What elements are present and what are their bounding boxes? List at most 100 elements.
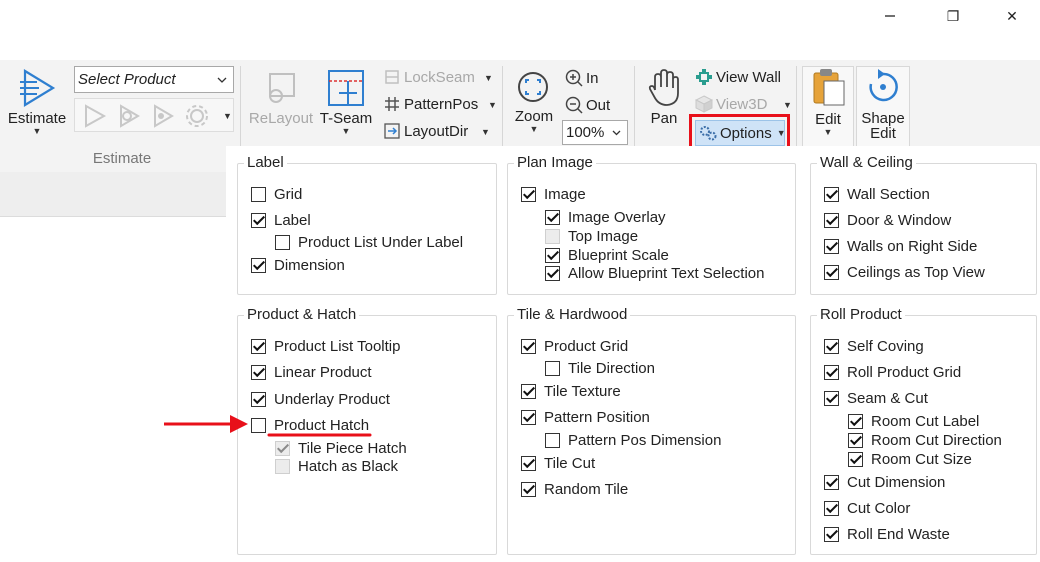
- product-list-tooltip-checkbox[interactable]: [251, 338, 266, 354]
- seam-cut-option[interactable]: Seam & Cut: [824, 388, 928, 408]
- product-select[interactable]: Select Product: [74, 66, 234, 93]
- pattern-position-checkbox[interactable]: [521, 409, 536, 425]
- room-cut-direction-checkbox[interactable]: [848, 432, 863, 448]
- seam-cut-checkbox[interactable]: [824, 390, 839, 406]
- tile-piece-hatch-checkbox[interactable]: [275, 440, 290, 456]
- blueprint-scale-option[interactable]: Blueprint Scale: [545, 245, 669, 265]
- zoom-in-button[interactable]: In: [564, 67, 599, 89]
- wall-section-option[interactable]: Wall Section: [824, 184, 930, 204]
- product-grid-option[interactable]: Product Grid: [521, 336, 628, 356]
- hatch-as-black-option[interactable]: Hatch as Black: [275, 456, 398, 476]
- layoutdir-dropdown-caret[interactable]: ▼: [481, 128, 490, 137]
- image-overlay-option[interactable]: Image Overlay: [545, 207, 666, 227]
- roll-product-group-title: Roll Product: [817, 306, 905, 323]
- patternpos-dropdown-caret[interactable]: ▼: [488, 101, 497, 110]
- image-option[interactable]: Image: [521, 184, 586, 204]
- room-cut-size-option[interactable]: Room Cut Size: [848, 449, 972, 469]
- cut-color-checkbox[interactable]: [824, 500, 839, 516]
- room-cut-direction-option[interactable]: Room Cut Direction: [848, 430, 1002, 450]
- linear-product-checkbox[interactable]: [251, 364, 266, 380]
- roll-product-grid-checkbox[interactable]: [824, 364, 839, 380]
- zoom-button[interactable]: Zoom ▼: [508, 70, 560, 134]
- cut-dimension-option[interactable]: Cut Dimension: [824, 472, 945, 492]
- cut-color-option[interactable]: Cut Color: [824, 498, 910, 518]
- room-cut-size-checkbox[interactable]: [848, 451, 863, 467]
- edit-button[interactable]: Edit ▼: [802, 66, 854, 158]
- layoutdir-button[interactable]: LayoutDir: [382, 120, 468, 142]
- dimension-checkbox[interactable]: [251, 257, 266, 273]
- zoom-out-button[interactable]: Out: [564, 94, 610, 116]
- tile-direction-option[interactable]: Tile Direction: [545, 358, 655, 378]
- playback-more-caret[interactable]: ▼: [223, 112, 232, 121]
- tile-cut-option[interactable]: Tile Cut: [521, 453, 595, 473]
- label-option[interactable]: Label: [251, 210, 311, 230]
- patternpos-button[interactable]: PatternPos: [382, 93, 478, 115]
- play-icon[interactable]: [81, 103, 107, 129]
- view3d-dropdown-caret[interactable]: ▼: [783, 101, 792, 110]
- lockseam-dropdown-caret[interactable]: ▼: [484, 74, 493, 83]
- random-tile-checkbox[interactable]: [521, 481, 536, 497]
- label-checkbox[interactable]: [251, 212, 266, 228]
- close-button[interactable]: ✕: [997, 4, 1027, 28]
- relayout-button[interactable]: ReLayout: [246, 70, 316, 127]
- hatch-as-black-checkbox[interactable]: [275, 458, 290, 474]
- view-wall-button[interactable]: View Wall: [694, 66, 781, 88]
- play-record-icon[interactable]: [149, 103, 175, 129]
- ceilings-as-top-view-option[interactable]: Ceilings as Top View: [824, 262, 985, 282]
- estimate-button[interactable]: Estimate ▼: [6, 68, 68, 136]
- room-cut-label-checkbox[interactable]: [848, 413, 863, 429]
- tile-piece-hatch-option[interactable]: Tile Piece Hatch: [275, 438, 407, 458]
- product-list-tooltip-option[interactable]: Product List Tooltip: [251, 336, 400, 356]
- self-coving-checkbox[interactable]: [824, 338, 839, 354]
- allow-blueprint-text-selection-option[interactable]: Allow Blueprint Text Selection: [545, 263, 765, 283]
- minimize-button[interactable]: [875, 4, 905, 28]
- step-play-icon[interactable]: [115, 103, 141, 129]
- grid-checkbox[interactable]: [251, 186, 266, 202]
- self-coving-option[interactable]: Self Coving: [824, 336, 924, 356]
- walls-on-right-side-option[interactable]: Walls on Right Side: [824, 236, 977, 256]
- pattern-position-option[interactable]: Pattern Position: [521, 407, 650, 427]
- roll-end-waste-checkbox[interactable]: [824, 526, 839, 542]
- roll-end-waste-option[interactable]: Roll End Waste: [824, 524, 950, 544]
- tile-texture-option[interactable]: Tile Texture: [521, 381, 621, 401]
- zoom-level-select[interactable]: 100%: [562, 120, 628, 145]
- random-tile-option[interactable]: Random Tile: [521, 479, 628, 499]
- top-image-checkbox[interactable]: [545, 228, 560, 244]
- tseam-button[interactable]: T-Seam ▼: [318, 68, 374, 136]
- gear-icon[interactable]: [183, 102, 211, 130]
- image-checkbox[interactable]: [521, 186, 536, 202]
- door-window-option[interactable]: Door & Window: [824, 210, 951, 230]
- pattern-pos-dimension-option[interactable]: Pattern Pos Dimension: [545, 430, 721, 450]
- cut-dimension-checkbox[interactable]: [824, 474, 839, 490]
- shape-edit-button[interactable]: Shape Edit: [856, 66, 910, 158]
- room-cut-label-option[interactable]: Room Cut Label: [848, 411, 979, 431]
- tile-texture-checkbox[interactable]: [521, 383, 536, 399]
- product-list-under-label-option[interactable]: Product List Under Label: [275, 232, 463, 252]
- linear-product-option[interactable]: Linear Product: [251, 362, 372, 382]
- lockseam-button[interactable]: LockSeam: [382, 66, 475, 88]
- view3d-button[interactable]: View3D: [694, 93, 767, 115]
- top-image-option[interactable]: Top Image: [545, 226, 638, 246]
- roll-end-waste-option-label: Roll End Waste: [847, 525, 950, 543]
- wall-section-checkbox[interactable]: [824, 186, 839, 202]
- product-grid-checkbox[interactable]: [521, 338, 536, 354]
- door-window-checkbox[interactable]: [824, 212, 839, 228]
- roll-product-grid-option[interactable]: Roll Product Grid: [824, 362, 961, 382]
- layoutdir-icon: [382, 122, 402, 140]
- underlay-product-checkbox[interactable]: [251, 391, 266, 407]
- underlay-product-option[interactable]: Underlay Product: [251, 389, 390, 409]
- restore-button[interactable]: ❐: [938, 4, 968, 28]
- pattern-pos-dimension-checkbox[interactable]: [545, 432, 560, 448]
- pan-button[interactable]: Pan: [640, 68, 688, 127]
- grid-option[interactable]: Grid: [251, 184, 302, 204]
- ceilings-as-top-view-checkbox[interactable]: [824, 264, 839, 280]
- blueprint-scale-checkbox[interactable]: [545, 247, 560, 263]
- image-overlay-checkbox[interactable]: [545, 209, 560, 225]
- tile-cut-checkbox[interactable]: [521, 455, 536, 471]
- dimension-option[interactable]: Dimension: [251, 255, 345, 275]
- product-list-under-label-checkbox[interactable]: [275, 234, 290, 250]
- walls-on-right-side-checkbox[interactable]: [824, 238, 839, 254]
- hand-icon: [648, 69, 679, 106]
- allow-blueprint-text-selection-checkbox[interactable]: [545, 265, 560, 281]
- tile-direction-checkbox[interactable]: [545, 360, 560, 376]
